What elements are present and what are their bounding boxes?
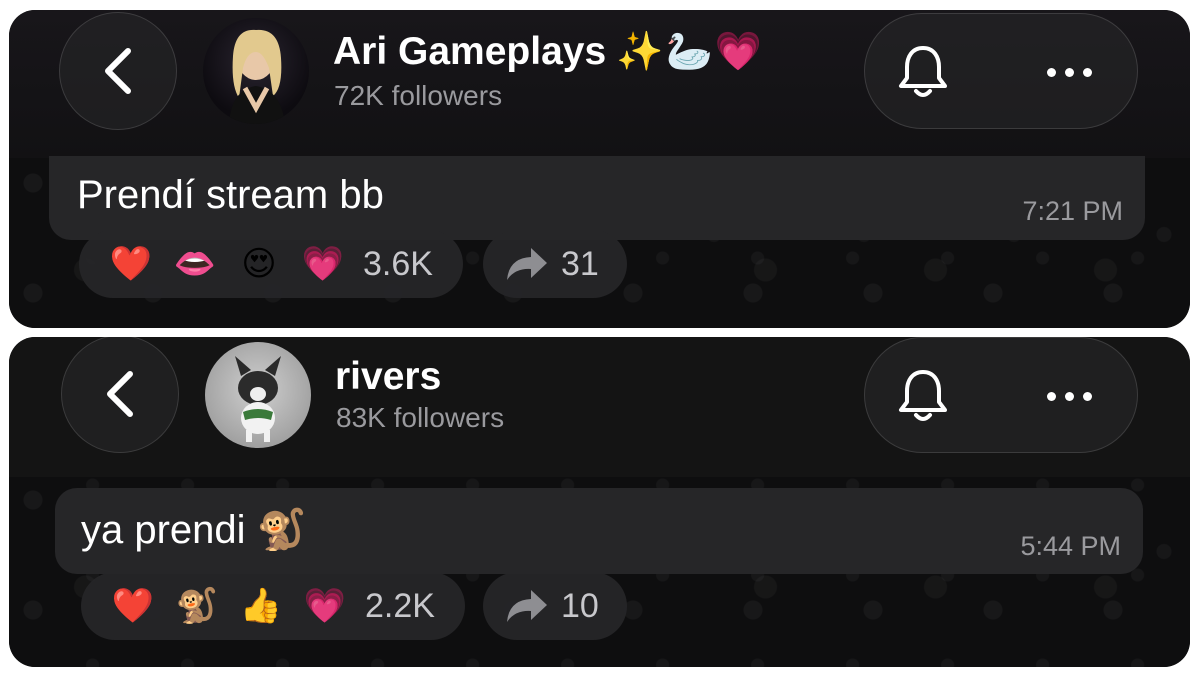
channel-post-screenshot: Ari Gameplays ✨🦢💗 72K followers Prendí st… xyxy=(9,10,1190,328)
share-count: 10 xyxy=(561,586,599,625)
back-button[interactable] xyxy=(61,337,179,453)
reactions-bar[interactable]: ❤️ 🐒 👍 💗 2.2K xyxy=(81,572,465,640)
message-text: Prendí stream bb xyxy=(77,173,384,217)
share-arrow-icon xyxy=(507,248,547,280)
message-time: 7:21 PM xyxy=(1022,196,1123,226)
reaction-emoji[interactable]: 🐒 xyxy=(165,589,229,623)
share-button[interactable]: 10 xyxy=(483,572,627,640)
channel-name: Ari Gameplays ✨🦢💗 xyxy=(333,32,764,71)
channel-name-emojis: ✨🦢💗 xyxy=(616,31,765,73)
reaction-emoji[interactable]: 💗 xyxy=(293,589,357,623)
channel-header: Ari Gameplays ✨🦢💗 72K followers xyxy=(9,10,1190,158)
reaction-count: 2.2K xyxy=(365,586,435,625)
share-button[interactable]: 31 xyxy=(483,230,627,298)
reaction-emoji[interactable]: ❤️ xyxy=(101,589,165,623)
reaction-emoji[interactable]: ❤️ xyxy=(99,247,163,281)
followers-count: 83K followers xyxy=(336,402,505,433)
header-actions xyxy=(864,13,1138,129)
reaction-emoji[interactable]: 😍 xyxy=(227,247,291,281)
chevron-left-icon xyxy=(105,48,131,94)
avatar-image xyxy=(235,356,281,442)
more-options-button[interactable] xyxy=(1019,32,1119,112)
channel-name-text: rivers xyxy=(335,355,442,398)
channel-avatar[interactable] xyxy=(205,342,311,448)
message-bubble[interactable]: Prendí stream bb 7:21 PM xyxy=(49,156,1145,240)
reaction-emoji[interactable]: 💗 xyxy=(291,247,355,281)
reaction-count: 3.6K xyxy=(363,244,433,283)
bell-icon xyxy=(899,370,947,421)
more-horizontal-icon xyxy=(1046,67,1092,77)
share-count: 31 xyxy=(561,244,599,283)
bell-icon xyxy=(899,46,947,97)
channel-name-text: Ari Gameplays xyxy=(333,30,607,73)
channel-avatar[interactable] xyxy=(203,18,309,124)
chevron-left-icon xyxy=(107,371,133,417)
more-horizontal-icon xyxy=(1046,391,1092,401)
channel-name: rivers xyxy=(335,357,441,396)
back-button[interactable] xyxy=(59,12,177,130)
reaction-emoji[interactable]: 👄 xyxy=(163,247,227,281)
channel-post-screenshot: rivers 83K followers ya prendi 🐒 5:44 PM… xyxy=(9,337,1190,667)
avatar-image xyxy=(229,29,285,124)
header-actions xyxy=(864,337,1138,453)
reactions-bar[interactable]: ❤️ 👄 😍 💗 3.6K xyxy=(79,230,463,298)
followers-count: 72K followers xyxy=(334,80,503,111)
notifications-button[interactable] xyxy=(883,356,963,436)
more-options-button[interactable] xyxy=(1019,356,1119,436)
message-text: ya prendi 🐒 xyxy=(81,508,307,552)
channel-header: rivers 83K followers xyxy=(9,337,1190,477)
notifications-button[interactable] xyxy=(883,32,963,112)
reaction-emoji[interactable]: 👍 xyxy=(229,589,293,623)
share-arrow-icon xyxy=(507,590,547,622)
message-time: 5:44 PM xyxy=(1020,531,1121,561)
message-bubble[interactable]: ya prendi 🐒 5:44 PM xyxy=(55,488,1143,574)
